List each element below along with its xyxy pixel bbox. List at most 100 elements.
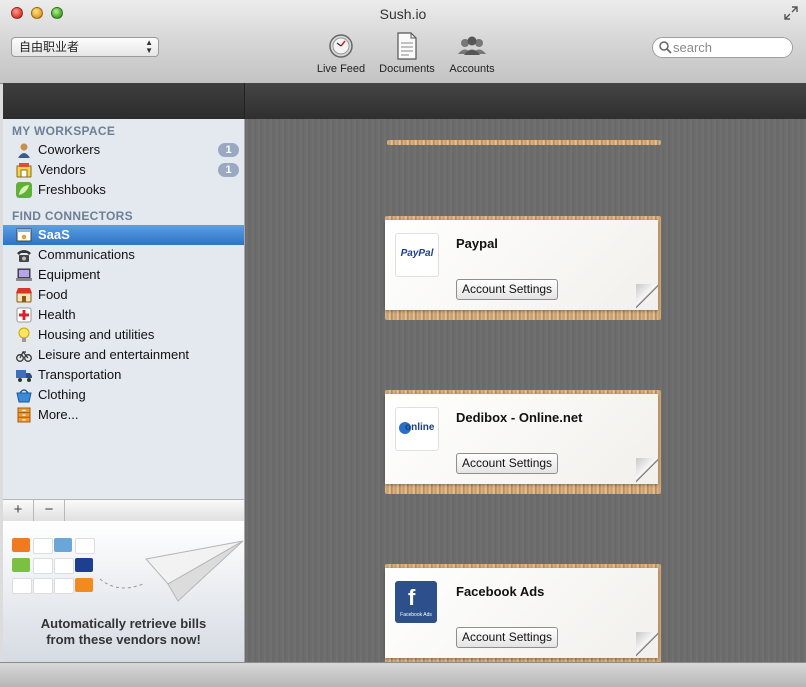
content-header-bar — [245, 83, 806, 119]
app-window: Sush.io 自由职业者 ▲ ▼ Live Feed Documents Ac… — [0, 0, 806, 687]
sidebar-item-equipment[interactable]: Equipment — [3, 265, 244, 285]
sidebar-item-vendors[interactable]: Vendors 1 — [3, 160, 244, 180]
remove-button[interactable]: − — [34, 500, 65, 521]
facebook-ads-logo-text: Facebook Ads — [400, 612, 432, 618]
select-arrows-icon: ▲ ▼ — [145, 38, 153, 55]
sidebar-item-label: Leisure and entertainment — [38, 347, 190, 362]
account-settings-button[interactable]: Account Settings — [456, 453, 559, 474]
vendor-logo — [33, 538, 53, 554]
sidebar: MY WORKSPACE Coworkers 1 Vendors 1 Fresh… — [3, 119, 245, 499]
paper-plane-icon — [99, 540, 243, 602]
window-icon — [16, 228, 32, 242]
vendor-logo — [54, 558, 74, 574]
laptop-icon — [16, 268, 32, 281]
page-curl — [636, 458, 658, 484]
sidebar-item-coworkers[interactable]: Coworkers 1 — [3, 140, 244, 160]
connectors-list: PayPal Paypal Account Settings online De… — [245, 119, 806, 668]
online-net-logo-text: online — [405, 422, 435, 433]
vendor-logo — [54, 538, 72, 552]
connector-card-facebook-ads: f Facebook Ads Facebook Ads Account Sett… — [385, 568, 658, 658]
paypal-logo: PayPal — [395, 233, 439, 277]
fullscreen-icon[interactable] — [784, 6, 798, 20]
my-workspace-heading: MY WORKSPACE — [12, 124, 116, 138]
sidebar-item-more[interactable]: More... — [3, 405, 244, 425]
sidebar-item-label: Clothing — [38, 387, 86, 402]
sidebar-item-label: Vendors — [38, 162, 86, 177]
drawers-icon — [17, 407, 31, 423]
account-settings-button[interactable]: Account Settings — [456, 279, 559, 300]
connector-card-paypal: PayPal Paypal Account Settings — [385, 220, 658, 310]
live-feed-label: Live Feed — [316, 63, 366, 75]
search-field[interactable]: search — [652, 37, 793, 58]
account-settings-button[interactable]: Account Settings — [456, 627, 559, 648]
vendor-logo — [12, 538, 30, 552]
lightbulb-icon — [18, 327, 30, 342]
vendor-logo — [12, 578, 32, 594]
store-icon — [16, 288, 32, 303]
sidebar-item-label: SaaS — [38, 227, 70, 242]
facebook-ads-logo: f Facebook Ads — [395, 581, 437, 623]
vendor-logo — [75, 538, 95, 554]
documents-label: Documents — [379, 63, 435, 75]
bamboo-shelf — [387, 140, 661, 145]
online-net-logo: online — [395, 407, 439, 451]
toolbar: Sush.io 自由职业者 ▲ ▼ Live Feed Documents Ac… — [0, 0, 806, 84]
sidebar-item-freshbooks[interactable]: Freshbooks — [3, 180, 244, 200]
sidebar-item-health[interactable]: Health — [3, 305, 244, 325]
status-bar — [0, 662, 806, 687]
sidebar-item-food[interactable]: Food — [3, 285, 244, 305]
connector-card-dedibox: online Dedibox - Online.net Account Sett… — [385, 394, 658, 484]
sidebar-item-label: Health — [38, 307, 76, 322]
live-feed-button[interactable]: Live Feed — [306, 32, 376, 75]
promo-line-1: Automatically retrieve bills — [40, 616, 207, 631]
sidebar-item-label: Communications — [38, 247, 135, 262]
add-button[interactable]: + — [3, 500, 34, 521]
vendor-logo — [33, 578, 53, 594]
coworkers-count-badge: 1 — [218, 143, 239, 157]
connector-name: Paypal — [456, 236, 498, 251]
truck-icon — [16, 370, 32, 382]
live-feed-icon — [329, 34, 353, 58]
sidebar-item-label: Transportation — [38, 367, 122, 382]
vendor-logos-collage — [12, 538, 95, 600]
page-curl — [636, 632, 658, 658]
sidebar-item-label: Equipment — [38, 267, 101, 282]
promo-line-2: from these vendors now! — [46, 632, 201, 647]
documents-button[interactable]: Documents — [372, 32, 442, 75]
vendor-logo — [12, 558, 30, 572]
sidebar-footer: + − — [3, 499, 245, 521]
accounts-button[interactable]: Accounts — [437, 32, 507, 75]
vendor-logo — [33, 558, 53, 574]
facebook-f-icon: f — [408, 585, 416, 610]
accounts-label: Accounts — [449, 63, 495, 75]
sidebar-item-leisure[interactable]: Leisure and entertainment — [3, 345, 244, 365]
sidebar-item-transportation[interactable]: Transportation — [3, 365, 244, 385]
sidebar-item-saas[interactable]: SaaS — [3, 225, 244, 245]
document-icon — [397, 32, 417, 60]
vendors-count-badge: 1 — [218, 163, 239, 177]
connector-name: Dedibox - Online.net — [456, 410, 583, 425]
sidebar-item-label: Food — [38, 287, 68, 302]
sidebar-item-housing[interactable]: Housing and utilities — [3, 325, 244, 345]
workspace-select[interactable]: 自由职业者 ▲ ▼ — [11, 37, 159, 57]
sidebar-item-label: Freshbooks — [38, 182, 106, 197]
people-icon — [458, 36, 486, 55]
sidebar-item-label: Housing and utilities — [38, 327, 155, 342]
vendor-icon — [16, 163, 32, 178]
sidebar-item-communications[interactable]: Communications — [3, 245, 244, 265]
basket-icon — [16, 389, 32, 403]
connector-name: Facebook Ads — [456, 584, 545, 599]
vendor-logo — [54, 578, 74, 594]
sidebar-item-clothing[interactable]: Clothing — [3, 385, 244, 405]
vendors-promo[interactable]: Automatically retrieve bills from these … — [3, 521, 245, 662]
person-icon — [18, 143, 30, 158]
window-title: Sush.io — [379, 6, 427, 22]
search-icon — [659, 41, 672, 54]
freshbooks-icon — [16, 182, 32, 198]
page-curl — [636, 284, 658, 310]
search-placeholder: search — [673, 40, 713, 55]
sidebar-item-label: Coworkers — [38, 142, 101, 157]
workspace-select-value: 自由职业者 — [19, 40, 80, 54]
red-cross-icon — [16, 307, 32, 323]
find-connectors-heading: FIND CONNECTORS — [12, 209, 133, 223]
